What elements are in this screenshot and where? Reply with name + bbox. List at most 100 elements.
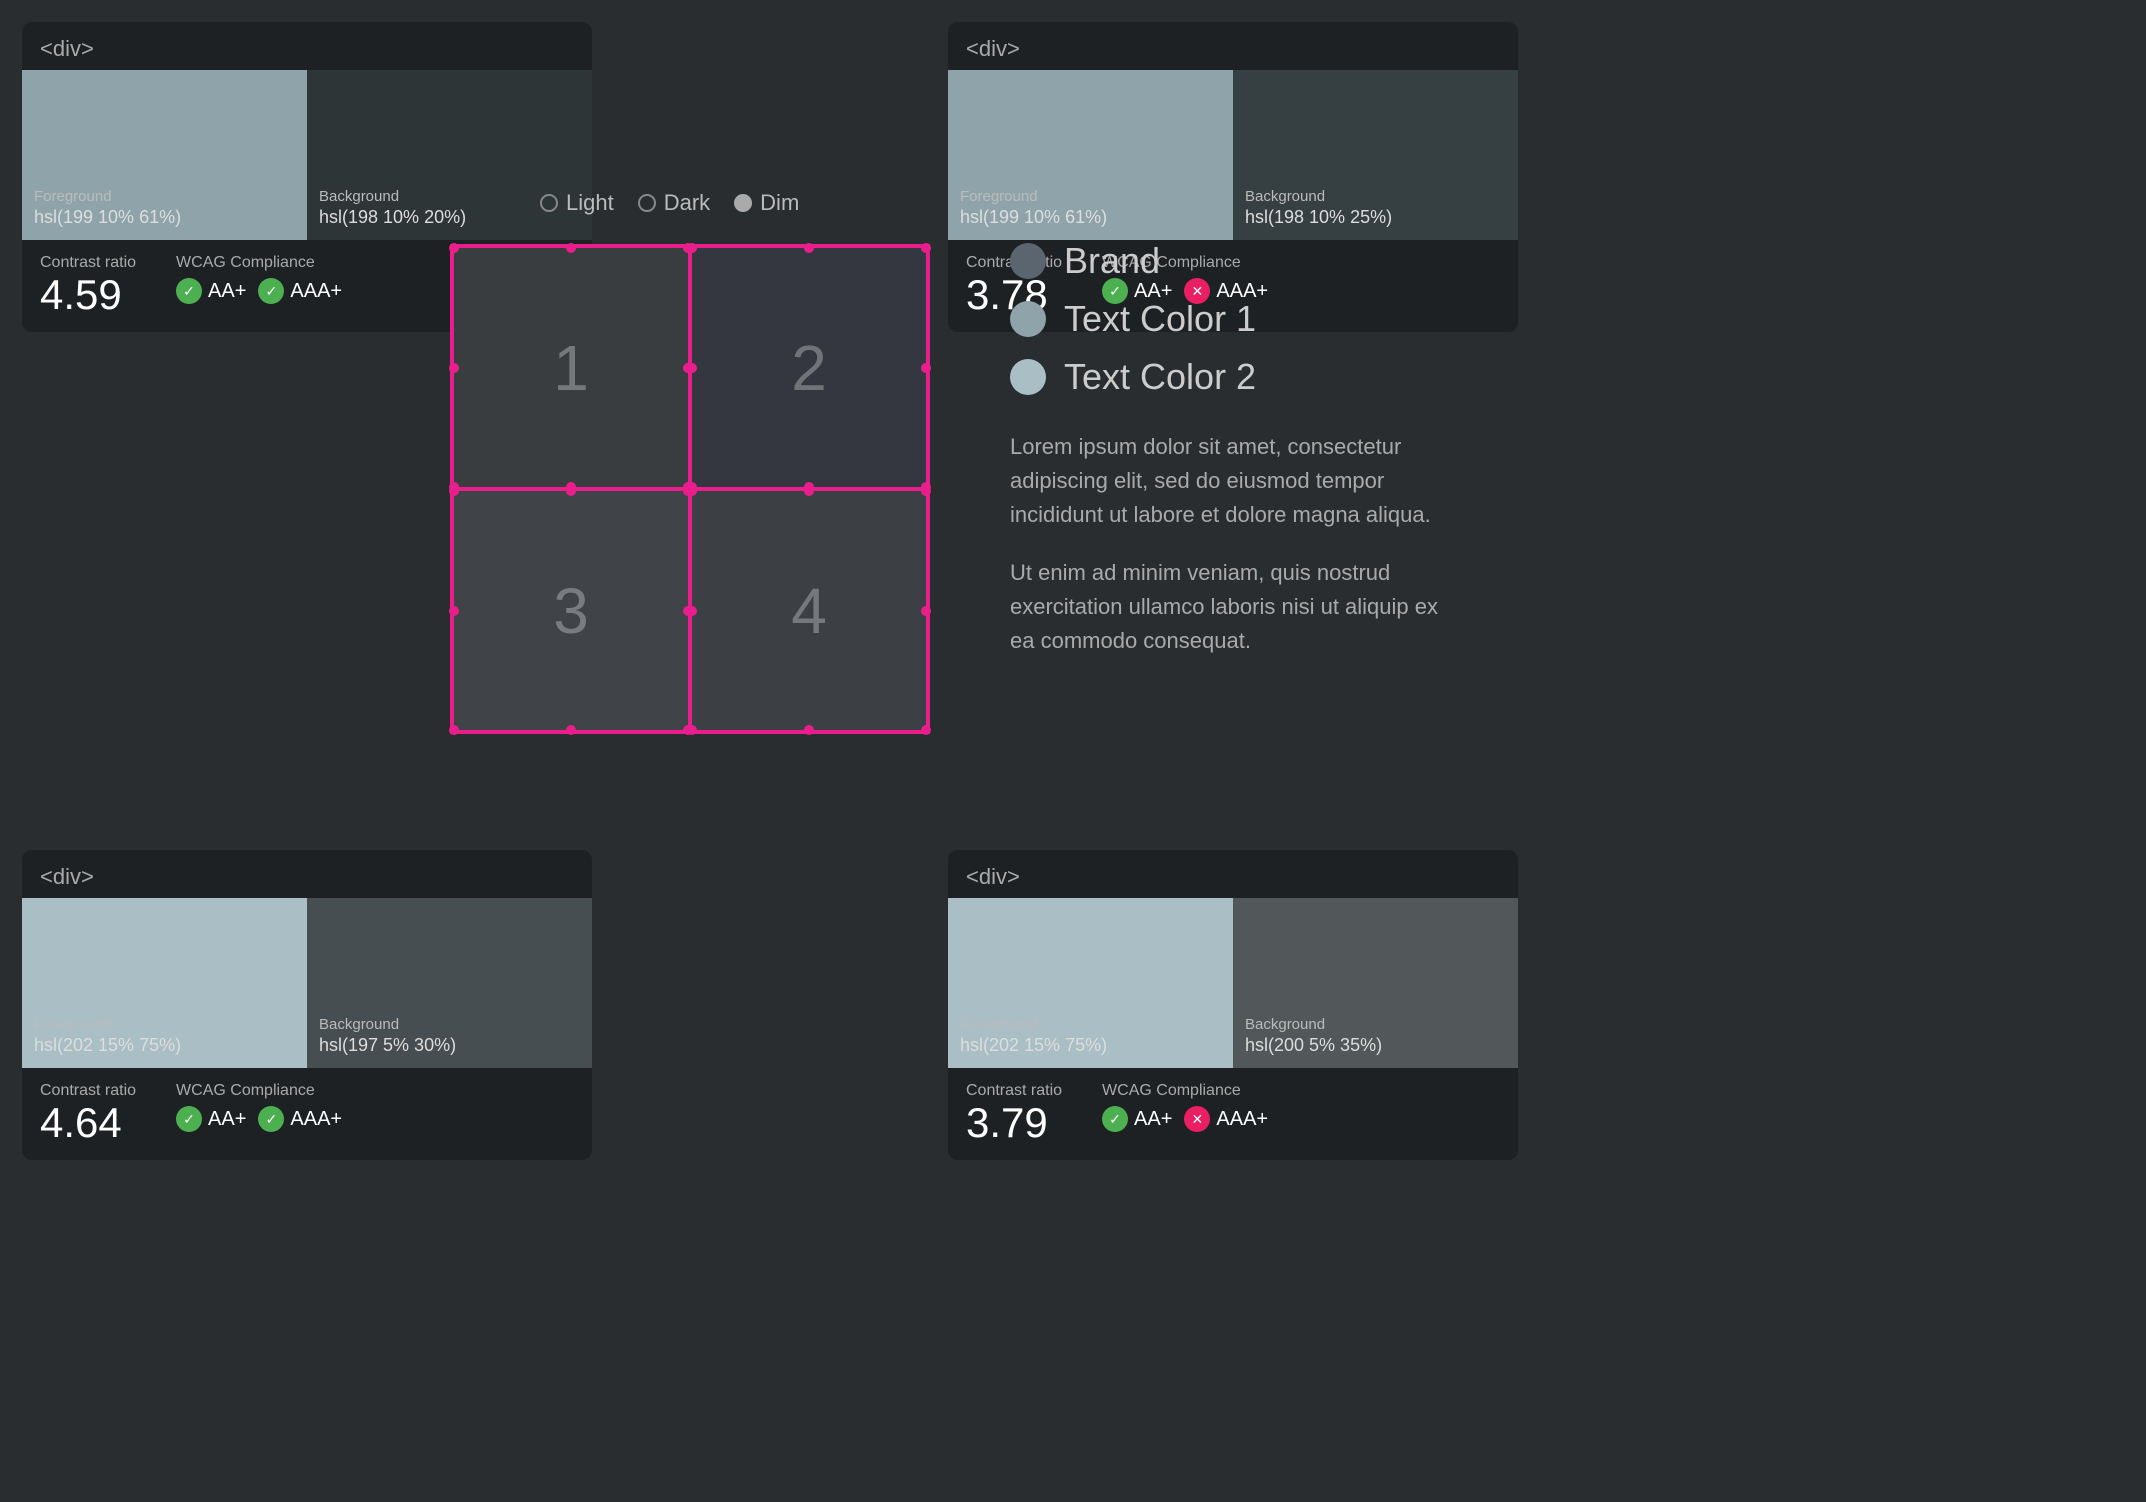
legend-brand-label: Brand: [1064, 240, 1160, 282]
dot-bl-3: [449, 725, 459, 735]
radio-light[interactable]: [540, 194, 558, 212]
panel-tr-bg-label: Background: [1245, 188, 1506, 205]
panel-bl-aaa-label: AAA+: [290, 1108, 342, 1131]
panel-bottom-left: <div> Foreground hsl(202 15% 75%) Backgr…: [22, 850, 592, 1160]
theme-option-dark[interactable]: Dark: [638, 190, 710, 216]
panel-tr-fg-swatch: Foreground hsl(199 10% 61%): [948, 70, 1233, 240]
panel-br-badges: ✓ AA+ ✕ AAA+: [1102, 1106, 1268, 1132]
dot-tc-1: [566, 243, 576, 253]
dot-mr-2: [921, 363, 931, 373]
panel-tl-badge-aaa: ✓ AAA+: [258, 278, 342, 304]
radio-dark[interactable]: [638, 194, 656, 212]
dot-tl-2: [687, 243, 697, 253]
theme-option-light[interactable]: Light: [540, 190, 614, 216]
grid-cell-3-label: 3: [553, 574, 589, 648]
panel-bl-bg-value: hsl(197 5% 30%): [319, 1035, 580, 1056]
dot-ml-3: [449, 606, 459, 616]
panel-tl-tag: <div>: [22, 22, 592, 70]
grid-cell-4: 4: [690, 489, 928, 732]
panel-bl-fg-swatch: Foreground hsl(202 15% 75%): [22, 898, 307, 1068]
dot-tc-3: [566, 486, 576, 496]
legend-text2-dot: [1010, 359, 1046, 395]
dot-tr-4: [921, 486, 931, 496]
panel-tl-fg-swatch: Foreground hsl(199 10% 61%): [22, 70, 307, 240]
panel-tl-contrast-label: Contrast ratio: [40, 254, 136, 272]
dot-br-4: [921, 725, 931, 735]
panel-bl-swatches: Foreground hsl(202 15% 75%) Background h…: [22, 898, 592, 1068]
grid-cell-1: 1: [452, 246, 690, 489]
theme-dim-label: Dim: [760, 190, 799, 216]
dot-mr-4: [921, 606, 931, 616]
dot-tl-4: [687, 486, 697, 496]
panel-br-stats: Contrast ratio 3.79 WCAG Compliance ✓ AA…: [948, 1068, 1518, 1160]
panel-tr-tag: <div>: [948, 22, 1518, 70]
panel-bl-stats: Contrast ratio 4.64 WCAG Compliance ✓ AA…: [22, 1068, 592, 1160]
panel-bl-fg-value: hsl(202 15% 75%): [34, 1035, 295, 1056]
panel-bl-bg-label: Background: [319, 1016, 580, 1033]
panel-bl-wcag-label: WCAG Compliance: [176, 1082, 342, 1100]
panel-tr-fg-label: Foreground: [960, 188, 1221, 205]
panel-bl-contrast-label: Contrast ratio: [40, 1082, 136, 1100]
panel-br-fg-value: hsl(202 15% 75%): [960, 1035, 1221, 1056]
dot-bl-4: [687, 725, 697, 735]
panel-br-wcag-label: WCAG Compliance: [1102, 1082, 1268, 1100]
lorem-p2: Ut enim ad minim veniam, quis nostrud ex…: [1010, 556, 1450, 658]
dot-ml-4: [687, 606, 697, 616]
legend-text2: Text Color 2: [1010, 356, 1370, 398]
panel-tl-badges: ✓ AA+ ✓ AAA+: [176, 278, 342, 304]
panel-br-aaa-label: AAA+: [1216, 1108, 1268, 1131]
panel-tl-wcag: WCAG Compliance ✓ AA+ ✓ AAA+: [176, 254, 342, 304]
panel-bl-aaa-icon: ✓: [258, 1106, 284, 1132]
lorem-p1: Lorem ipsum dolor sit amet, consectetur …: [1010, 430, 1450, 532]
panel-bl-badges: ✓ AA+ ✓ AAA+: [176, 1106, 342, 1132]
panel-br-badge-aaa: ✕ AAA+: [1184, 1106, 1268, 1132]
panel-tl-aaa-label: AAA+: [290, 280, 342, 303]
dot-ml-1: [449, 363, 459, 373]
panel-bl-bg-swatch: Background hsl(197 5% 30%): [307, 898, 592, 1068]
lorem-text: Lorem ipsum dolor sit amet, consectetur …: [1010, 430, 1450, 683]
panel-bl-badge-aa: ✓ AA+: [176, 1106, 246, 1132]
panel-bl-aa-label: AA+: [208, 1108, 246, 1131]
theme-option-dim[interactable]: Dim: [734, 190, 799, 216]
panel-bl-tag: <div>: [22, 850, 592, 898]
panel-tr-bg-value: hsl(198 10% 25%): [1245, 207, 1506, 228]
panel-tl-wcag-label: WCAG Compliance: [176, 254, 342, 272]
grid-cell-4-label: 4: [791, 574, 827, 648]
dot-tr-2: [921, 243, 931, 253]
panel-tl-swatches: Foreground hsl(199 10% 61%) Background h…: [22, 70, 592, 240]
panel-bl-badge-aaa: ✓ AAA+: [258, 1106, 342, 1132]
legend-brand: Brand: [1010, 240, 1370, 282]
panel-tl-aaa-icon: ✓: [258, 278, 284, 304]
panel-br-wcag: WCAG Compliance ✓ AA+ ✕ AAA+: [1102, 1082, 1268, 1132]
dot-bc-4: [804, 725, 814, 735]
dot-ml-2: [687, 363, 697, 373]
color-legend: Brand Text Color 1 Text Color 2: [1010, 240, 1370, 414]
panel-br-swatches: Foreground hsl(202 15% 75%) Background h…: [948, 898, 1518, 1068]
dot-bc-3: [566, 725, 576, 735]
grid-cell-3: 3: [452, 489, 690, 732]
grid-cell-1-label: 1: [553, 331, 589, 405]
legend-text1-dot: [1010, 301, 1046, 337]
panel-br-aa-icon: ✓: [1102, 1106, 1128, 1132]
panel-br-fg-label: Foreground: [960, 1016, 1221, 1033]
panel-br-aaa-icon: ✕: [1184, 1106, 1210, 1132]
legend-text1: Text Color 1: [1010, 298, 1370, 340]
panel-tl-contrast: Contrast ratio 4.59: [40, 254, 136, 316]
legend-brand-dot: [1010, 243, 1046, 279]
panel-br-bg-label: Background: [1245, 1016, 1506, 1033]
theme-light-label: Light: [566, 190, 614, 216]
panel-bl-wcag: WCAG Compliance ✓ AA+ ✓ AAA+: [176, 1082, 342, 1132]
panel-tr-swatches: Foreground hsl(199 10% 61%) Background h…: [948, 70, 1518, 240]
panel-br-contrast-value: 3.79: [966, 1102, 1062, 1144]
panel-br-bg-swatch: Background hsl(200 5% 35%): [1233, 898, 1518, 1068]
panel-tl-badge-aa: ✓ AA+: [176, 278, 246, 304]
grid-cell-2: 2: [690, 246, 928, 489]
theme-selector: Light Dark Dim: [540, 190, 799, 216]
panel-tl-contrast-value: 4.59: [40, 274, 136, 316]
radio-dim[interactable]: [734, 194, 752, 212]
theme-dark-label: Dark: [664, 190, 710, 216]
panel-bottom-right: <div> Foreground hsl(202 15% 75%) Backgr…: [948, 850, 1518, 1160]
panel-br-fg-swatch: Foreground hsl(202 15% 75%): [948, 898, 1233, 1068]
panel-br-contrast: Contrast ratio 3.79: [966, 1082, 1062, 1144]
legend-text2-label: Text Color 2: [1064, 356, 1256, 398]
